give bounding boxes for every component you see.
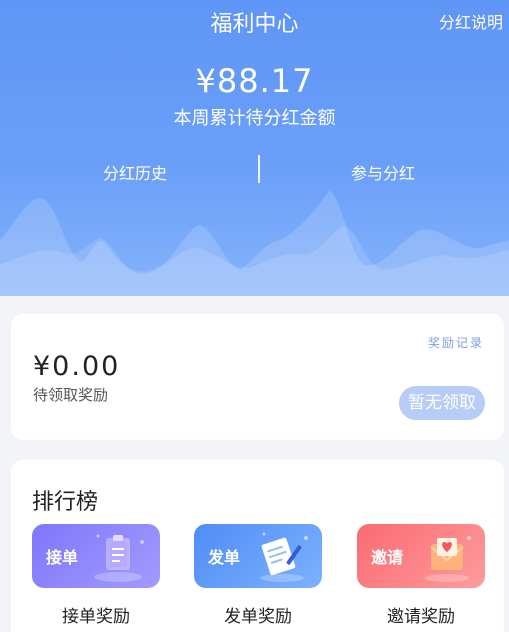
dividend-explain-link[interactable]: 分红说明 (439, 9, 503, 33)
pending-reward-card: ¥0.00 待领取奖励 奖励记录 暂无领取 (11, 314, 504, 440)
page-title: 福利中心 (210, 12, 299, 37)
invite-reward-label[interactable]: 邀请奖励 (357, 602, 485, 627)
order-reward-tile[interactable]: 接单 (32, 524, 160, 588)
post-reward-badge: 发单 (208, 548, 241, 567)
invite-reward-tile[interactable]: 邀请 (357, 524, 485, 588)
ranking-title: 排行榜 (32, 490, 99, 515)
post-reward-tile[interactable]: 发单 (194, 524, 322, 588)
dividend-history-link[interactable]: 分红历史 (103, 160, 167, 184)
ranking-card: 排行榜 接单 发单 邀请 接单奖励 发单奖励 邀请奖励 (11, 460, 504, 632)
mountain-wave-decoration (0, 190, 509, 296)
join-dividend-link[interactable]: 参与分红 (351, 160, 415, 184)
dividend-amount-label: 本周累计待分红金额 (173, 108, 336, 129)
pending-reward-label: 待领取奖励 (33, 386, 109, 404)
invite-reward-badge: 邀请 (371, 548, 404, 567)
post-reward-label[interactable]: 发单奖励 (194, 602, 322, 627)
claim-button[interactable]: 暂无领取 (399, 386, 485, 420)
reward-record-link[interactable]: 奖励记录 (428, 334, 484, 351)
header-divider (258, 155, 260, 183)
welfare-header: 福利中心 分红说明 ¥88.17 本周累计待分红金额 分红历史 参与分红 (0, 0, 509, 296)
dividend-amount: ¥88.17 (195, 62, 314, 100)
pending-reward-amount: ¥0.00 (33, 351, 121, 382)
order-reward-label[interactable]: 接单奖励 (32, 602, 160, 627)
order-reward-badge: 接单 (46, 548, 79, 567)
